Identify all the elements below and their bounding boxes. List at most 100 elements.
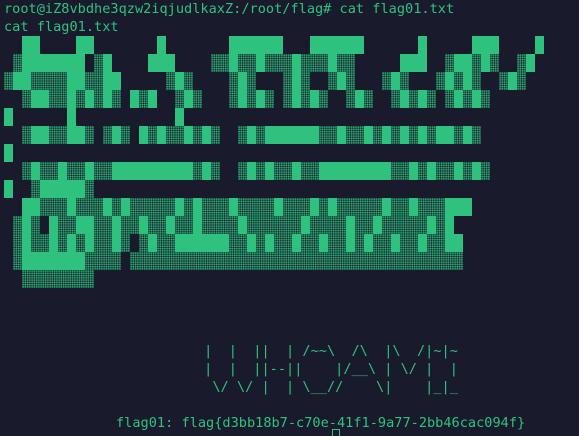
ascii-block-shade	[517, 72, 526, 90]
ascii-block-shade	[85, 252, 94, 270]
ascii-block-shade	[67, 216, 76, 234]
ascii-block-shade	[22, 162, 31, 180]
ascii-block-solid	[121, 198, 130, 216]
ascii-block-solid	[49, 216, 58, 234]
ascii-block-solid	[346, 216, 355, 234]
ascii-block-solid	[319, 234, 328, 252]
ascii-block-solid	[40, 180, 49, 198]
ascii-block-shade	[256, 252, 265, 270]
ascii-block-solid	[166, 162, 175, 180]
ascii-block-shade	[229, 216, 238, 234]
ascii-block-shade	[472, 72, 481, 90]
ascii-block-shade	[454, 126, 463, 144]
ascii-block-shade	[400, 234, 409, 252]
ascii-block-shade	[238, 162, 247, 180]
command-prompt-line: root@iZ8vbdhe3qzw2iqjudlkaxZ:/root/flag#…	[4, 1, 455, 17]
ascii-block-solid	[526, 54, 535, 72]
ascii-block-solid	[157, 162, 166, 180]
ascii-block-solid	[364, 126, 373, 144]
ascii-block-shade	[301, 54, 310, 72]
ascii-block-solid	[58, 252, 67, 270]
ascii-art-line: \/ \/ | | \__// \| |_|_	[196, 379, 458, 395]
ascii-block-solid	[265, 162, 274, 180]
ascii-block-shade	[427, 252, 436, 270]
ascii-block-shade	[382, 216, 391, 234]
terminal-cursor	[332, 429, 340, 436]
ascii-block-shade	[94, 162, 103, 180]
ascii-block-solid	[76, 54, 85, 72]
ascii-block-solid	[454, 198, 463, 216]
ascii-block-shade	[175, 252, 184, 270]
ascii-block-shade	[85, 270, 94, 288]
ascii-block-shade	[472, 126, 481, 144]
ascii-block-shade	[373, 234, 382, 252]
ascii-block-solid	[148, 162, 157, 180]
ascii-block-shade	[256, 162, 265, 180]
ascii-block-shade	[274, 234, 283, 252]
ascii-block-shade	[229, 72, 238, 90]
ascii-block-solid	[85, 36, 94, 54]
ascii-block-solid	[175, 162, 184, 180]
ascii-block-solid	[85, 216, 94, 234]
ascii-block-solid	[67, 90, 76, 108]
ascii-block-solid	[67, 252, 76, 270]
ascii-block-shade	[247, 72, 256, 90]
ascii-block-shade	[472, 54, 481, 72]
ascii-block-shade	[31, 72, 40, 90]
ascii-block-solid	[274, 126, 283, 144]
ascii-block-shade	[184, 252, 193, 270]
ascii-block-shade	[166, 126, 175, 144]
ascii-block-shade	[211, 54, 220, 72]
ascii-block-shade	[94, 72, 103, 90]
ascii-block-shade	[94, 198, 103, 216]
ascii-block-shade	[229, 252, 238, 270]
ascii-block-shade	[85, 180, 94, 198]
ascii-block-solid	[4, 144, 13, 162]
ascii-block-solid	[382, 126, 391, 144]
ascii-block-shade	[58, 216, 67, 234]
ascii-block-shade	[418, 162, 427, 180]
ascii-block-shade	[265, 252, 274, 270]
ascii-block-solid	[184, 162, 193, 180]
ascii-block-shade	[265, 216, 274, 234]
ascii-block-solid	[445, 72, 454, 90]
ascii-block-solid	[31, 252, 40, 270]
ascii-block-solid	[301, 216, 310, 234]
ascii-block-solid	[409, 54, 418, 72]
ascii-block-shade	[175, 126, 184, 144]
ascii-block-solid	[391, 72, 400, 90]
ascii-block-shade	[238, 252, 247, 270]
ascii-block-shade	[49, 72, 58, 90]
ascii-block-shade	[130, 198, 139, 216]
ascii-block-shade	[364, 252, 373, 270]
ascii-block-shade	[319, 90, 328, 108]
ascii-block-shade	[220, 216, 229, 234]
ascii-block-solid	[22, 252, 31, 270]
ascii-block-shade	[436, 198, 445, 216]
ascii-art-banner	[0, 0, 579, 340]
ascii-block-solid	[40, 252, 49, 270]
ascii-block-solid	[292, 72, 301, 90]
ascii-block-solid	[85, 162, 94, 180]
ascii-art-line: | | || | /~~\ /\ |\ /|~|~	[196, 343, 458, 359]
ascii-block-shade	[301, 162, 310, 180]
ascii-block-shade	[148, 198, 157, 216]
ascii-block-shade	[409, 216, 418, 234]
terminal-window[interactable]: root@iZ8vbdhe3qzw2iqjudlkaxZ:/root/flag#…	[0, 0, 579, 436]
ascii-block-solid	[355, 36, 364, 54]
ascii-block-shade	[193, 252, 202, 270]
ascii-block-shade	[283, 162, 292, 180]
ascii-block-solid	[247, 234, 256, 252]
ascii-block-solid	[337, 36, 346, 54]
ascii-block-solid	[427, 216, 436, 234]
ascii-block-solid	[382, 198, 391, 216]
ascii-block-shade	[247, 198, 256, 216]
ascii-block-solid	[310, 36, 319, 54]
ascii-block-solid	[202, 162, 211, 180]
ascii-block-solid	[283, 126, 292, 144]
ascii-block-shade	[103, 234, 112, 252]
ascii-block-shade	[454, 252, 463, 270]
ascii-block-shade	[427, 90, 436, 108]
ascii-block-solid	[148, 54, 157, 72]
ascii-block-shade	[175, 90, 184, 108]
